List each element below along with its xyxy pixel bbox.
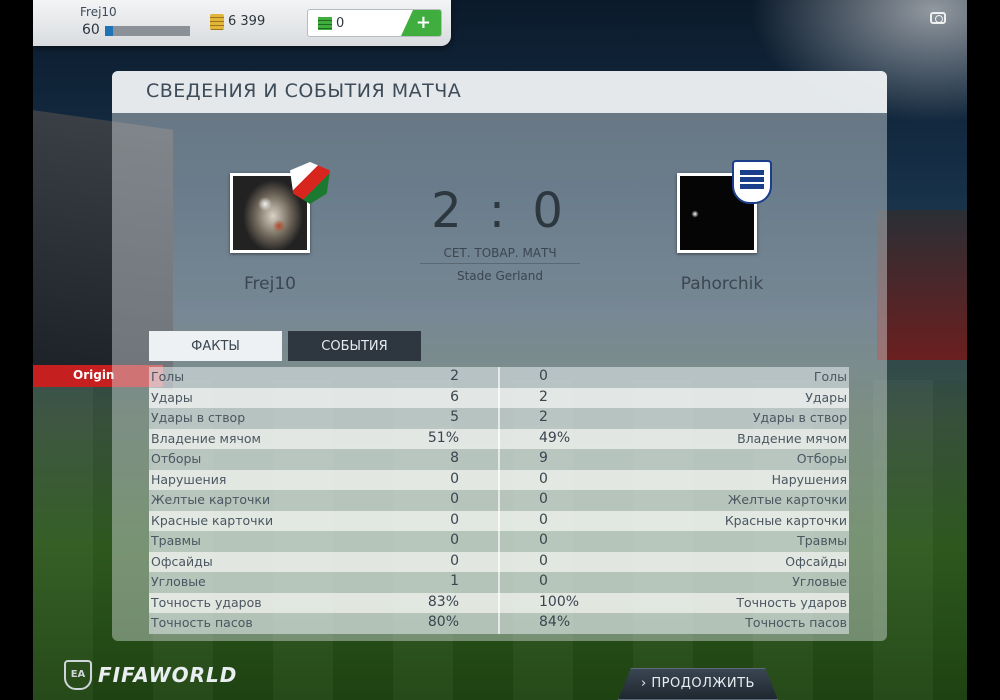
stat-value-home: 0	[450, 511, 459, 528]
fifa-points-box: 0 +	[307, 9, 442, 37]
stat-label-away: Нарушения	[771, 471, 847, 487]
stat-value-home: 5	[450, 409, 459, 425]
user-name: Frej10	[80, 5, 117, 19]
stat-value-home: 0	[450, 491, 459, 507]
stat-value-home: 8	[450, 450, 459, 466]
match-facts-panel: СВЕДЕНИЯ И СОБЫТИЯ МАТЧА Frej10 2 : 0 СЕ…	[112, 71, 887, 641]
stats-table: Голы 2 0 Голы Удары 6 2 Удары Удары в створ 5 2 Уда…	[149, 367, 849, 634]
stat-value-away: 2	[539, 388, 548, 405]
stat-value-away: 0	[539, 573, 548, 589]
stadium-stand-right	[877, 210, 967, 360]
stat-row: Отборы 8 9 Отборы	[149, 449, 849, 470]
stat-label-home: Точность ударов	[151, 594, 262, 610]
stat-label-away: Владение мячом	[737, 430, 847, 446]
stat-row: Красные карточки 0 0 Красные карточки	[149, 510, 849, 531]
stat-label-home: Офсайды	[151, 553, 213, 569]
brand-name: FIFAWORLD	[98, 663, 238, 687]
xp-progress-bar	[105, 26, 190, 36]
coins-icon	[210, 14, 224, 30]
panel-header: СВЕДЕНИЯ И СОБЫТИЯ МАТЧА	[112, 71, 887, 113]
ea-shield-icon: EA	[64, 660, 92, 690]
stat-value-home: 0	[450, 552, 459, 569]
stat-label-away: Желтые карточки	[727, 492, 847, 507]
stat-value-home: 6	[450, 388, 459, 405]
stat-value-away: 0	[539, 552, 548, 569]
fifa-points-icon	[318, 17, 332, 30]
stat-value-away: 0	[539, 511, 548, 528]
continue-button[interactable]: › ПРОДОЛЖИТЬ	[618, 668, 778, 700]
stat-value-home: 1	[450, 573, 459, 589]
stat-label-home: Красные карточки	[151, 512, 274, 528]
match-type: СЕТ. ТОВАР. МАТЧ	[420, 246, 580, 264]
stadium-name: Stade Gerland	[456, 269, 543, 283]
user-status-bar: Frej10 60 6 399 0 +	[33, 0, 451, 46]
stat-row: Точность ударов 83% 100% Точность ударов	[149, 592, 849, 613]
stat-row: Травмы 0 0 Травмы	[149, 531, 849, 552]
stat-label-home: Удары в створ	[151, 410, 246, 425]
stat-value-home: 2	[450, 368, 459, 384]
tab-events[interactable]: СОБЫТИЯ	[288, 331, 421, 361]
stat-value-away: 9	[539, 450, 548, 466]
stat-label-away: Угловые	[792, 574, 847, 589]
user-level: 60	[82, 22, 100, 38]
home-team-name: Frej10	[244, 274, 296, 294]
stat-label-away: Удары в створ	[752, 410, 847, 425]
fifa-points-balance: 0	[336, 16, 345, 31]
stat-label-home: Травмы	[151, 533, 201, 548]
match-score: 2 : 0	[431, 183, 569, 239]
stat-label-home: Угловые	[151, 574, 206, 589]
stat-row: Владение мячом 51% 49% Владение мячом	[149, 428, 849, 449]
stat-label-home: Удары	[151, 389, 193, 405]
stat-label-away: Красные карточки	[724, 512, 847, 528]
stat-label-home: Голы	[151, 369, 185, 384]
page-title: СВЕДЕНИЯ И СОБЫТИЯ МАТЧА	[146, 80, 462, 102]
stat-label-home: Точность пасов	[151, 615, 253, 630]
stat-label-away: Точность пасов	[745, 615, 847, 630]
tab-facts[interactable]: ФАКТЫ	[149, 331, 282, 361]
stat-value-home: 83%	[427, 593, 459, 610]
stat-row: Офсайды 0 0 Офсайды	[149, 551, 849, 572]
stat-row: Нарушения 0 0 Нарушения	[149, 469, 849, 490]
away-team-name: Pahorchik	[680, 274, 764, 294]
stat-label-home: Желтые карточки	[151, 492, 271, 507]
stat-label-home: Владение мячом	[151, 430, 261, 446]
stat-value-home: 51%	[427, 429, 459, 446]
stat-label-away: Удары	[805, 389, 847, 405]
stat-value-away: 0	[539, 491, 548, 507]
stat-value-away: 0	[539, 368, 548, 384]
away-club-crest-icon	[732, 160, 772, 204]
stat-label-away: Голы	[813, 369, 847, 384]
stat-row: Голы 2 0 Голы	[149, 367, 849, 388]
camera-icon[interactable]	[930, 12, 946, 24]
stat-label-away: Отборы	[796, 451, 847, 466]
stat-value-away: 84%	[539, 614, 571, 630]
stat-label-away: Офсайды	[785, 553, 847, 569]
xp-progress-fill	[105, 26, 113, 36]
stat-row: Угловые 1 0 Угловые	[149, 572, 849, 593]
stat-value-away: 0	[539, 470, 548, 487]
stat-value-home: 0	[450, 470, 459, 487]
coins-balance: 6 399	[228, 14, 266, 29]
stat-label-away: Точность ударов	[736, 594, 847, 610]
stat-value-away: 0	[539, 532, 548, 548]
stat-value-away: 2	[539, 409, 548, 425]
stat-label-home: Отборы	[151, 451, 202, 466]
stat-value-away: 100%	[539, 593, 580, 610]
stat-row: Удары 6 2 Удары	[149, 387, 849, 408]
stat-label-home: Нарушения	[151, 471, 227, 487]
stat-value-away: 49%	[539, 429, 571, 446]
stat-value-home: 0	[450, 532, 459, 548]
stat-row: Желтые карточки 0 0 Желтые карточки	[149, 490, 849, 511]
stat-row: Точность пасов 80% 84% Точность пасов	[149, 613, 849, 634]
stat-row: Удары в створ 5 2 Удары в створ	[149, 408, 849, 429]
add-points-button[interactable]: +	[401, 10, 441, 36]
stat-label-away: Травмы	[797, 533, 847, 548]
stat-value-home: 80%	[427, 614, 459, 630]
